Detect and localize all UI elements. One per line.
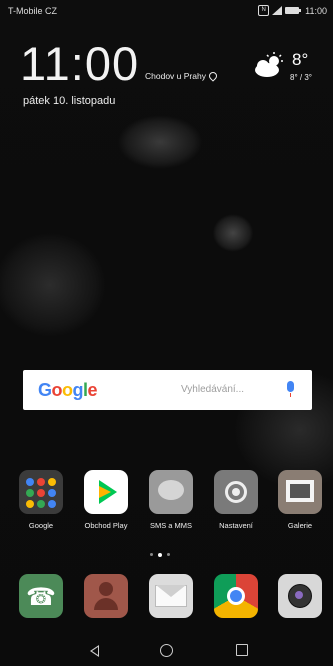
status-bar: T-Mobile CZ N 11:00: [0, 0, 333, 20]
phone-icon: [19, 574, 63, 618]
navigation-bar: [0, 638, 333, 666]
app-play-store[interactable]: Obchod Play: [76, 470, 136, 530]
play-store-icon: [84, 470, 128, 514]
gallery-icon: [278, 470, 322, 514]
back-icon[interactable]: [90, 645, 99, 657]
app-label: Galerie: [287, 521, 313, 530]
dock-mail[interactable]: [141, 574, 201, 618]
partly-cloudy-icon[interactable]: [254, 52, 284, 78]
contacts-icon: [84, 574, 128, 618]
dock-phone[interactable]: [11, 574, 71, 618]
nfc-icon: N: [258, 5, 270, 16]
app-label: SMS a MMS: [149, 521, 193, 530]
app-gallery[interactable]: Galerie: [270, 470, 330, 530]
app-label: Nastavení: [219, 521, 253, 530]
page-indicator: [150, 552, 170, 557]
home-icon[interactable]: [160, 644, 173, 657]
clock-widget-date: pátek 10. listopadu: [23, 95, 116, 107]
google-logo: Google: [38, 380, 98, 400]
recent-apps-icon[interactable]: [236, 644, 248, 656]
camera-icon: [278, 574, 322, 618]
dock-contacts[interactable]: [76, 574, 136, 618]
carrier-name: T-Mobile CZ: [8, 6, 58, 16]
page-dot: [150, 553, 153, 556]
status-icons: N 11:00: [258, 5, 327, 16]
messages-icon: [149, 470, 193, 514]
chrome-icon: [214, 574, 258, 618]
app-label: Google: [28, 521, 54, 530]
settings-icon: [214, 470, 258, 514]
app-google-folder[interactable]: Google: [11, 470, 71, 530]
page-dot-current: [158, 552, 162, 557]
search-placeholder: Vyhledávání...: [181, 384, 245, 395]
microphone-icon[interactable]: [287, 381, 294, 397]
clock-widget-time[interactable]: 11:00: [20, 36, 139, 91]
weather-range: 8° / 3°: [290, 73, 312, 82]
google-search-bar[interactable]: Google Vyhledávání...: [23, 370, 312, 410]
page-dot: [167, 553, 170, 556]
app-label: Obchod Play: [84, 521, 128, 530]
location-pin-icon: [207, 70, 219, 82]
app-messages[interactable]: SMS a MMS: [141, 470, 201, 530]
signal-icon: [272, 6, 283, 15]
location-label: Chodov u Prahy: [145, 71, 206, 81]
dock-chrome[interactable]: [206, 574, 266, 618]
app-settings[interactable]: Nastavení: [206, 470, 266, 530]
weather-temperature: 8°: [292, 50, 309, 69]
dock-camera[interactable]: [270, 574, 330, 618]
google-folder-icon: [19, 470, 63, 514]
battery-icon: [285, 7, 302, 14]
weather-location[interactable]: Chodov u Prahy: [145, 70, 219, 82]
mail-icon: [149, 574, 193, 618]
status-time: 11:00: [305, 5, 327, 16]
